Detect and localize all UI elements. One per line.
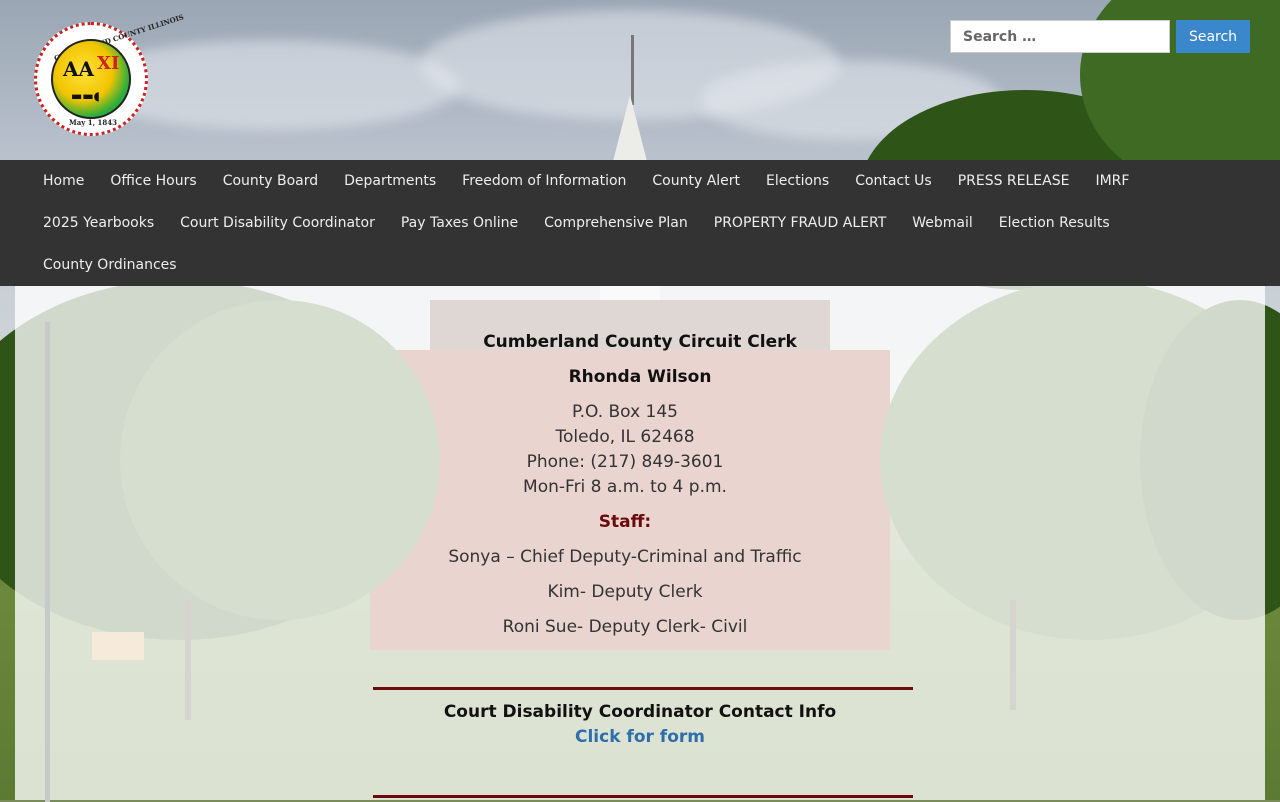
nav-item-yearbooks[interactable]: 2025 Yearbooks [30,215,167,231]
section-divider [373,795,913,798]
seal-derricks-icon: AA [63,57,95,81]
seal-date-text: May 1, 1843 [69,118,118,127]
search-button[interactable]: Search [1176,20,1250,53]
nav-item-court-disability-coordinator[interactable]: Court Disability Coordinator [167,215,388,231]
nav-item-press-release[interactable]: PRESS RELEASE [945,173,1083,189]
nav-row: 2025 Yearbooks Court Disability Coordina… [30,202,1123,244]
seal-bell-icon: XI [97,53,120,74]
disability-coordinator-heading: Court Disability Coordinator Contact Inf… [443,702,837,722]
clerk-name: Rhonda Wilson [568,367,712,387]
disability-form-link[interactable]: Click for form [15,727,1265,747]
seal-emblem: AA XI ▬▬◖ [51,39,131,119]
nav-item-county-ordinances[interactable]: County Ordinances [30,257,190,273]
address-line: Toledo, IL 62468 [555,427,695,447]
office-title: Cumberland County Circuit Clerk [483,332,797,352]
site-header: CUMBERLAND COUNTY ILLINOIS AA XI ▬▬◖ May… [0,0,1280,160]
nav-item-county-board[interactable]: County Board [210,173,331,189]
nav-item-freedom-of-information[interactable]: Freedom of Information [449,173,639,189]
phone-number: Phone: (217) 849-3601 [526,452,724,472]
main-navigation: Home Office Hours County Board Departmen… [0,160,1280,286]
nav-item-office-hours[interactable]: Office Hours [97,173,209,189]
nav-item-county-alert[interactable]: County Alert [639,173,753,189]
nav-item-imrf[interactable]: IMRF [1082,173,1142,189]
nav-item-elections[interactable]: Elections [753,173,842,189]
staff-member: Kim- Deputy Clerk [547,582,703,602]
staff-heading: Staff: [598,512,652,532]
nav-item-property-fraud-alert[interactable]: PROPERTY FRAUD ALERT [701,215,900,231]
nav-item-pay-taxes-online[interactable]: Pay Taxes Online [388,215,531,231]
staff-member: Sonya – Chief Deputy-Criminal and Traffi… [448,547,802,567]
section-divider [373,687,913,690]
nav-item-contact-us[interactable]: Contact Us [842,173,944,189]
search-input[interactable] [950,20,1170,53]
county-seal-logo[interactable]: CUMBERLAND COUNTY ILLINOIS AA XI ▬▬◖ May… [34,12,185,136]
nav-item-webmail[interactable]: Webmail [899,215,986,231]
nav-item-comprehensive-plan[interactable]: Comprehensive Plan [531,215,701,231]
seal-train-icon: ▬▬◖ [71,89,100,103]
nav-row: Home Office Hours County Board Departmen… [30,160,1142,202]
main-content: Cumberland County Circuit Clerk Rhonda W… [15,286,1265,802]
nav-row: County Ordinances [30,244,190,286]
staff-member: Roni Sue- Deputy Clerk- Civil [502,617,748,637]
office-hours: Mon-Fri 8 a.m. to 4 p.m. [523,477,727,497]
nav-item-home[interactable]: Home [30,173,97,189]
nav-item-departments[interactable]: Departments [331,173,449,189]
address-line: P.O. Box 145 [572,402,678,422]
nav-item-election-results[interactable]: Election Results [986,215,1123,231]
